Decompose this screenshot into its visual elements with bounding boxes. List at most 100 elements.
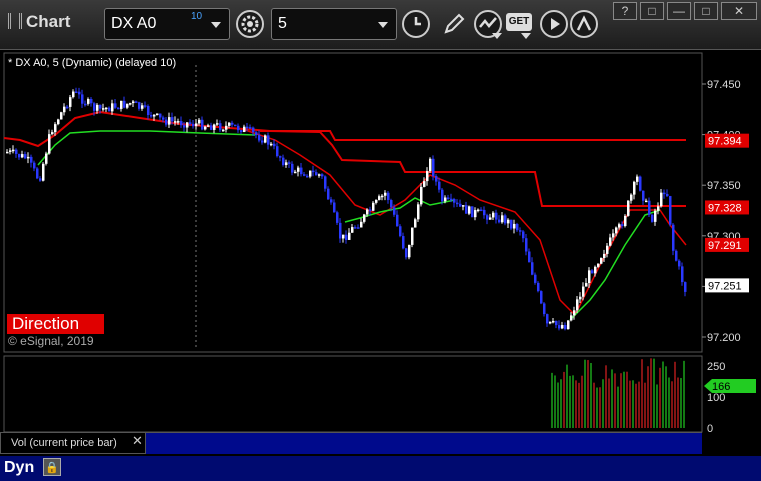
- candle-body: [165, 119, 168, 125]
- candle-body: [126, 103, 129, 108]
- price-tag-label: 97.291: [708, 240, 742, 252]
- window-controls: ? □ — □ ✕: [613, 2, 757, 20]
- price-tag-label: 97.251: [708, 280, 742, 292]
- candle-body: [30, 156, 33, 163]
- candle-body: [579, 296, 582, 300]
- volume-study-label[interactable]: Vol (current price bar): [0, 432, 146, 454]
- price-chart: 97.450 97.400 97.350 97.300 97.250 97.200 97.3…: [3, 52, 756, 476]
- candle-body: [375, 199, 378, 203]
- chevron-down-icon[interactable]: [378, 22, 388, 28]
- candle-body: [357, 227, 360, 229]
- candle-body: [378, 196, 381, 200]
- candle-body: [240, 130, 243, 133]
- restore-button[interactable]: □: [640, 2, 664, 20]
- close-icon[interactable]: ✕: [132, 433, 143, 449]
- price-tag-label: 97.328: [708, 202, 742, 214]
- candle-body: [477, 209, 480, 212]
- candle-body: [564, 325, 567, 330]
- candle-body: [258, 135, 261, 141]
- chevron-down-icon[interactable]: [492, 33, 502, 39]
- candle-body: [390, 200, 393, 208]
- close-button[interactable]: ✕: [721, 2, 757, 20]
- candle-body: [618, 224, 621, 228]
- clock-icon[interactable]: [402, 10, 430, 38]
- gear-icon[interactable]: [236, 10, 264, 38]
- volume-tag-label: 166: [712, 381, 730, 393]
- candle-body: [654, 210, 657, 222]
- candle-body: [192, 123, 195, 127]
- candle-body: [150, 115, 153, 117]
- candle-body: [255, 132, 258, 136]
- help-button[interactable]: ?: [613, 2, 637, 20]
- candle-body: [93, 103, 96, 111]
- alert-icon[interactable]: [570, 10, 598, 38]
- symbol-input[interactable]: DX A0 10: [104, 8, 230, 40]
- minimize-button[interactable]: —: [667, 2, 691, 20]
- candle-body: [426, 171, 429, 182]
- candle-body: [249, 127, 252, 129]
- candle-body: [27, 156, 30, 159]
- app-title[interactable]: Chart: [8, 12, 70, 32]
- candle-body: [621, 224, 624, 227]
- play-icon[interactable]: [540, 10, 568, 38]
- candle-body: [141, 105, 144, 109]
- candle-body: [75, 91, 78, 94]
- candle-body: [222, 129, 225, 132]
- candle-body: [189, 122, 192, 124]
- candle-body: [648, 200, 651, 215]
- volume-study-bar: [146, 432, 702, 454]
- maximize-button[interactable]: □: [694, 2, 718, 20]
- candle-body: [432, 158, 435, 177]
- candle-body: [18, 153, 21, 158]
- symbol-delay-badge: 10: [191, 11, 203, 22]
- dynamic-label[interactable]: Dyn: [4, 459, 34, 477]
- candle-body: [588, 270, 591, 284]
- candle-body: [450, 198, 453, 201]
- candle-body: [324, 176, 327, 189]
- candle-body: [411, 227, 414, 245]
- candle-body: [525, 238, 528, 252]
- candle-body: [51, 132, 54, 135]
- candle-body: [315, 172, 318, 176]
- price-tag: [705, 133, 749, 148]
- candle-body: [225, 125, 228, 130]
- candle-body: [483, 209, 486, 216]
- candle-body: [513, 223, 516, 229]
- lock-icon[interactable]: 🔒: [43, 458, 61, 476]
- candle-body: [243, 126, 246, 133]
- candle-body: [609, 237, 612, 246]
- candle-body: [552, 320, 555, 323]
- chevron-down-icon[interactable]: [521, 33, 531, 39]
- candle-body: [210, 125, 213, 130]
- drag-grip-icon[interactable]: [8, 13, 22, 29]
- candle-body: [414, 219, 417, 228]
- candle-body: [570, 315, 573, 321]
- volume-tag: [704, 379, 756, 393]
- price-tag-label: 97.394: [708, 136, 742, 148]
- candle-body: [213, 124, 216, 130]
- candle-body: [321, 174, 324, 177]
- candle-body: [567, 320, 570, 330]
- candle-body: [282, 157, 285, 166]
- candle-body: [45, 153, 48, 164]
- chevron-down-icon[interactable]: [211, 22, 221, 28]
- support-line: [344, 197, 456, 223]
- price-axis-label: 97.300: [707, 231, 741, 243]
- candle-body: [303, 174, 306, 176]
- volume-axis-label: 0: [707, 423, 713, 435]
- candle-body: [384, 192, 387, 196]
- candle-body: [339, 222, 342, 239]
- interval-input[interactable]: 5: [271, 8, 397, 40]
- candle-body: [327, 188, 330, 200]
- candle-body: [195, 123, 198, 127]
- candle-body: [465, 205, 468, 214]
- candle-body: [63, 106, 66, 113]
- get-data-button[interactable]: GET: [506, 13, 532, 31]
- candle-body: [12, 149, 15, 152]
- candle-body: [462, 205, 465, 207]
- pencil-icon[interactable]: [440, 10, 468, 38]
- candle-body: [300, 167, 303, 175]
- candle-body: [369, 209, 372, 211]
- candle-body: [531, 262, 534, 275]
- candle-body: [372, 202, 375, 211]
